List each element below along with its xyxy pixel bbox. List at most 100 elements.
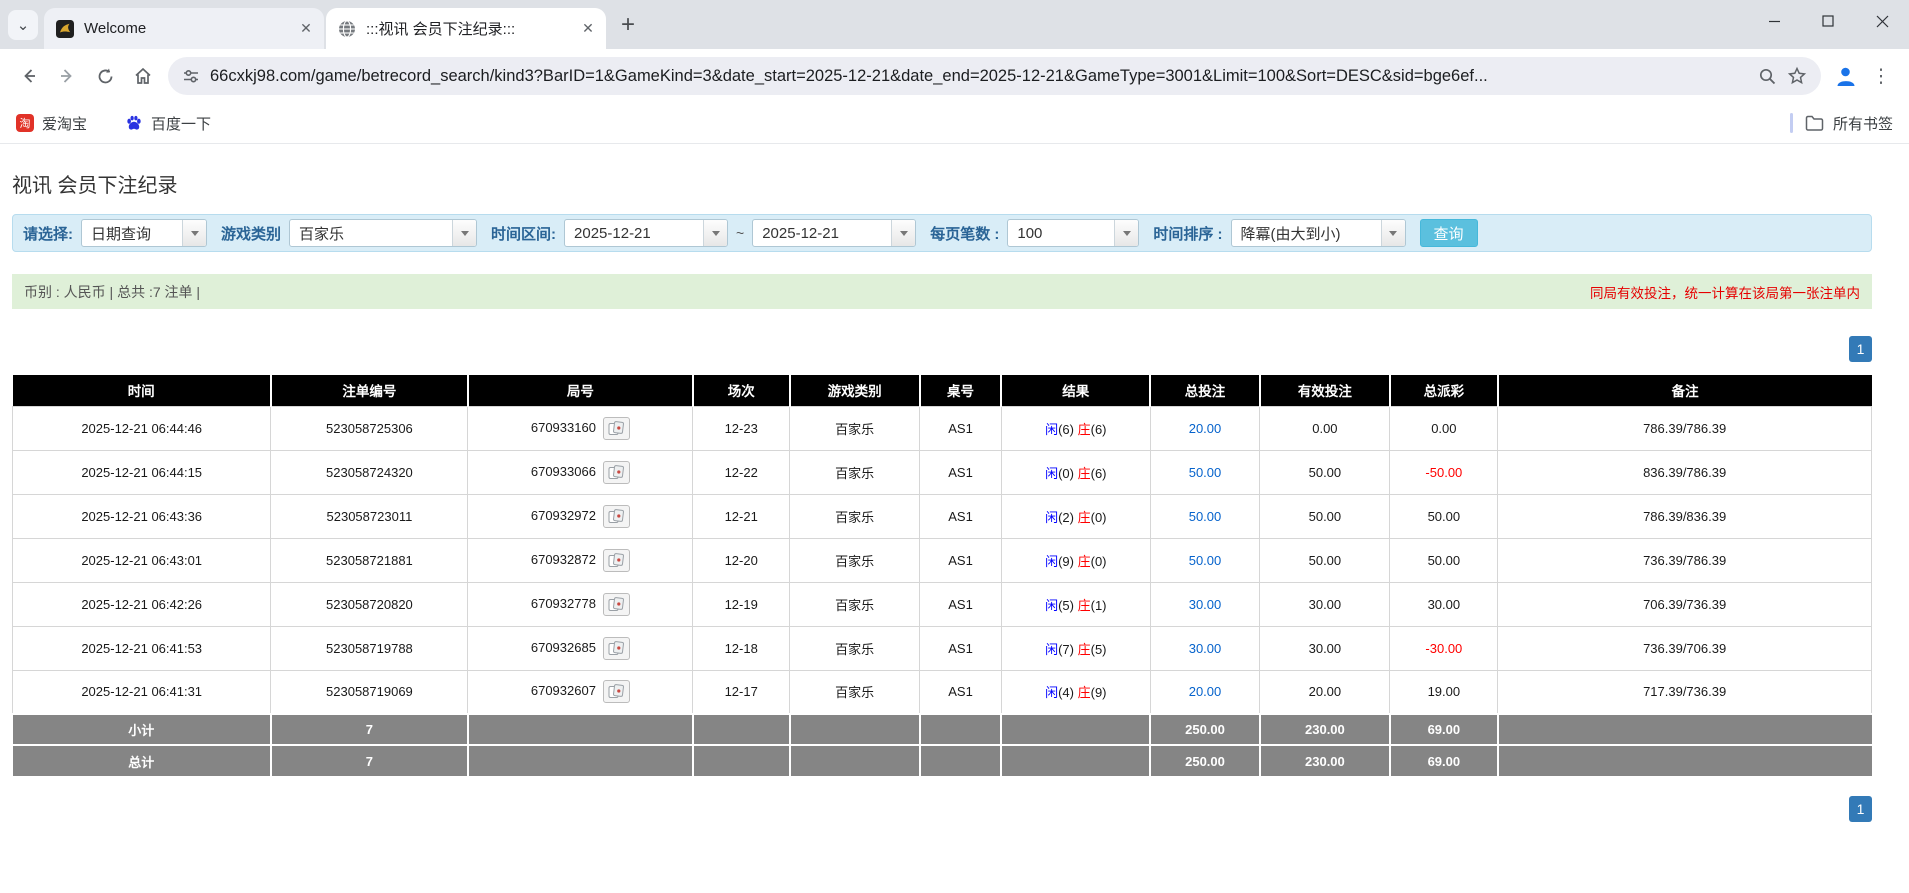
replay-button[interactable]	[603, 680, 630, 703]
chevron-down-icon[interactable]	[703, 220, 727, 246]
summary-empty	[693, 714, 790, 745]
tab-welcome[interactable]: Welcome ✕	[44, 8, 324, 49]
column-header: 总派彩	[1390, 375, 1498, 406]
game-type-label: 游戏类别	[221, 223, 281, 244]
bookmark-aitaobao[interactable]: 淘 爱淘宝	[16, 113, 87, 134]
query-button[interactable]: 查询	[1420, 219, 1478, 247]
zoom-icon[interactable]	[1758, 67, 1777, 86]
profile-icon[interactable]	[1827, 58, 1863, 94]
replay-button[interactable]	[603, 505, 630, 528]
summary-total-bet: 250.00	[1150, 745, 1260, 776]
total-bet-link[interactable]: 50.00	[1150, 494, 1260, 538]
date-end-input[interactable]: 2025-12-21	[752, 219, 916, 247]
summary-empty	[468, 745, 693, 776]
total-bet-link[interactable]: 50.00	[1150, 450, 1260, 494]
cell-bet-id: 523058719788	[271, 626, 468, 670]
chevron-down-icon[interactable]	[891, 220, 915, 246]
forward-icon[interactable]	[48, 57, 86, 95]
back-icon[interactable]	[10, 57, 48, 95]
player-result: 闲	[1045, 642, 1058, 657]
chevron-down-icon[interactable]	[1381, 220, 1405, 246]
tab-bet-records[interactable]: :::视讯 会员下注纪录::: ✕	[326, 8, 606, 49]
tab-close-icon[interactable]: ✕	[578, 19, 598, 39]
date-start-value: 2025-12-21	[565, 220, 703, 246]
cell-round: 670933160	[468, 406, 693, 450]
currency-summary: 币别 : 人民币 | 总共 :7 注单 |	[24, 282, 200, 302]
baidu-paw-icon	[125, 114, 143, 132]
chevron-down-icon[interactable]	[182, 220, 206, 246]
cell-bet-id: 523058721881	[271, 538, 468, 582]
summary-valid-bet: 230.00	[1260, 714, 1390, 745]
cell-session: 12-23	[693, 406, 790, 450]
url-bar[interactable]: 66cxkj98.com/game/betrecord_search/kind3…	[168, 57, 1821, 95]
cell-round: 670933066	[468, 450, 693, 494]
sort-select[interactable]: 降冪(由大到小)	[1231, 219, 1406, 247]
site-info-icon[interactable]	[182, 67, 200, 85]
replay-button[interactable]	[603, 593, 630, 616]
cell-table-number: AS1	[920, 582, 1002, 626]
round-number: 670932778	[531, 595, 596, 610]
cell-table-number: AS1	[920, 494, 1002, 538]
page-size-label: 每页笔数 :	[930, 223, 999, 244]
bookmark-star-icon[interactable]	[1787, 66, 1807, 86]
cell-valid-bet: 0.00	[1260, 406, 1390, 450]
total-bet-link[interactable]: 20.00	[1150, 406, 1260, 450]
tab-close-icon[interactable]: ✕	[296, 19, 316, 39]
summary-empty	[920, 714, 1002, 745]
replay-button[interactable]	[603, 417, 630, 440]
browser-toolbar: 66cxkj98.com/game/betrecord_search/kind3…	[0, 49, 1909, 103]
cell-payout: 30.00	[1390, 582, 1498, 626]
tab-search-button[interactable]: ⌄	[8, 10, 38, 40]
summary-label: 小计	[13, 714, 271, 745]
refresh-icon[interactable]	[86, 57, 124, 95]
cell-session: 12-18	[693, 626, 790, 670]
player-result: 闲	[1045, 510, 1058, 525]
date-start-input[interactable]: 2025-12-21	[564, 219, 728, 247]
minimize-icon[interactable]	[1747, 0, 1801, 42]
replay-button[interactable]	[603, 461, 630, 484]
cell-result: 闲(6) 庄(6)	[1001, 406, 1150, 450]
summary-empty	[1001, 745, 1150, 776]
page-1-button[interactable]: 1	[1849, 336, 1872, 362]
cell-game-type: 百家乐	[790, 670, 920, 714]
cell-valid-bet: 30.00	[1260, 626, 1390, 670]
summary-label: 总计	[13, 745, 271, 776]
url-text[interactable]: 66cxkj98.com/game/betrecord_search/kind3…	[210, 67, 1748, 86]
cell-time: 2025-12-21 06:43:36	[13, 494, 271, 538]
cell-note: 717.39/736.39	[1498, 670, 1872, 714]
cell-game-type: 百家乐	[790, 626, 920, 670]
home-icon[interactable]	[124, 57, 162, 95]
page-size-select[interactable]: 100	[1007, 219, 1139, 247]
round-number: 670932872	[531, 551, 596, 566]
page-1-button[interactable]: 1	[1849, 796, 1872, 822]
total-bet-link[interactable]: 50.00	[1150, 538, 1260, 582]
tab-title: :::视讯 会员下注纪录:::	[366, 18, 578, 39]
bookmark-baidu[interactable]: 百度一下	[125, 113, 211, 134]
column-header: 结果	[1001, 375, 1150, 406]
cell-result: 闲(5) 庄(1)	[1001, 582, 1150, 626]
summary-payout: 69.00	[1390, 745, 1498, 776]
total-bet-link[interactable]: 30.00	[1150, 582, 1260, 626]
game-type-select[interactable]: 百家乐	[289, 219, 477, 247]
cell-valid-bet: 50.00	[1260, 494, 1390, 538]
page-title: 视讯 会员下注纪录	[12, 169, 1872, 198]
total-bet-link[interactable]: 20.00	[1150, 670, 1260, 714]
globe-icon	[338, 20, 356, 38]
chevron-down-icon[interactable]	[1114, 220, 1138, 246]
chevron-down-icon[interactable]	[452, 220, 476, 246]
tab-strip: ⌄ Welcome ✕ :::视讯 会员下注纪录::: ✕ +	[0, 0, 1909, 49]
all-bookmarks-button[interactable]: 所有书签	[1805, 113, 1893, 134]
total-bet-link[interactable]: 30.00	[1150, 626, 1260, 670]
maximize-icon[interactable]	[1801, 0, 1855, 42]
round-number: 670932972	[531, 507, 596, 522]
bet-records-table: 时间注单编号局号场次游戏类别桌号结果总投注有效投注总派彩备注 2025-12-2…	[12, 375, 1872, 776]
replay-button[interactable]	[603, 549, 630, 572]
close-window-icon[interactable]	[1855, 0, 1909, 42]
summary-total-bet: 250.00	[1150, 714, 1260, 745]
replay-button[interactable]	[603, 637, 630, 660]
query-mode-select[interactable]: 日期查询	[81, 219, 207, 247]
summary-empty	[693, 745, 790, 776]
menu-icon[interactable]: ⋮	[1863, 58, 1899, 94]
column-header: 备注	[1498, 375, 1872, 406]
new-tab-icon[interactable]: +	[612, 9, 644, 41]
